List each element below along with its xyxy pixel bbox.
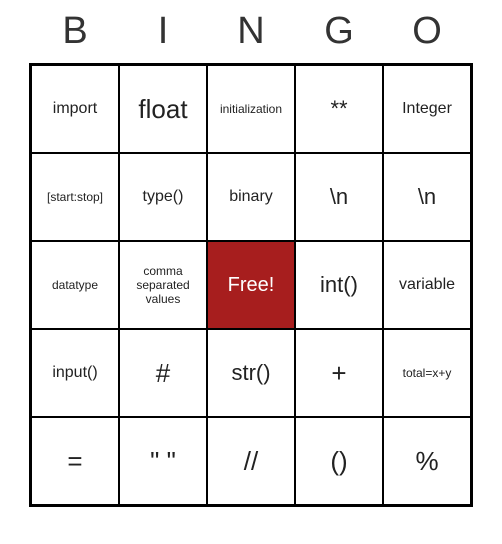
bingo-cell[interactable]: variable	[383, 241, 471, 329]
bingo-cell[interactable]: int()	[295, 241, 383, 329]
bingo-cell[interactable]: **	[295, 65, 383, 153]
bingo-cell[interactable]: +	[295, 329, 383, 417]
bingo-cell[interactable]: binary	[207, 153, 295, 241]
bingo-header: B I N G O	[31, 0, 471, 63]
bingo-cell[interactable]: \n	[295, 153, 383, 241]
bingo-cell[interactable]: float	[119, 65, 207, 153]
bingo-cell-free[interactable]: Free!	[207, 241, 295, 329]
bingo-cell[interactable]: #	[119, 329, 207, 417]
header-letter-o: O	[383, 10, 471, 53]
bingo-cell[interactable]: =	[31, 417, 119, 505]
bingo-cell[interactable]: total=x+y	[383, 329, 471, 417]
header-letter-n: N	[207, 10, 295, 53]
bingo-cell[interactable]: input()	[31, 329, 119, 417]
bingo-cell[interactable]: type()	[119, 153, 207, 241]
bingo-cell[interactable]: datatype	[31, 241, 119, 329]
header-letter-b: B	[31, 10, 119, 53]
bingo-cell[interactable]: " "	[119, 417, 207, 505]
bingo-cell[interactable]: comma separated values	[119, 241, 207, 329]
bingo-cell[interactable]: [start:stop]	[31, 153, 119, 241]
header-letter-g: G	[295, 10, 383, 53]
bingo-cell[interactable]: ()	[295, 417, 383, 505]
bingo-grid: import float initialization ** Integer […	[29, 63, 473, 507]
bingo-cell[interactable]: str()	[207, 329, 295, 417]
bingo-cell[interactable]: import	[31, 65, 119, 153]
bingo-cell[interactable]: //	[207, 417, 295, 505]
bingo-cell[interactable]: %	[383, 417, 471, 505]
header-letter-i: I	[119, 10, 207, 53]
bingo-cell[interactable]: \n	[383, 153, 471, 241]
bingo-cell[interactable]: Integer	[383, 65, 471, 153]
bingo-cell[interactable]: initialization	[207, 65, 295, 153]
